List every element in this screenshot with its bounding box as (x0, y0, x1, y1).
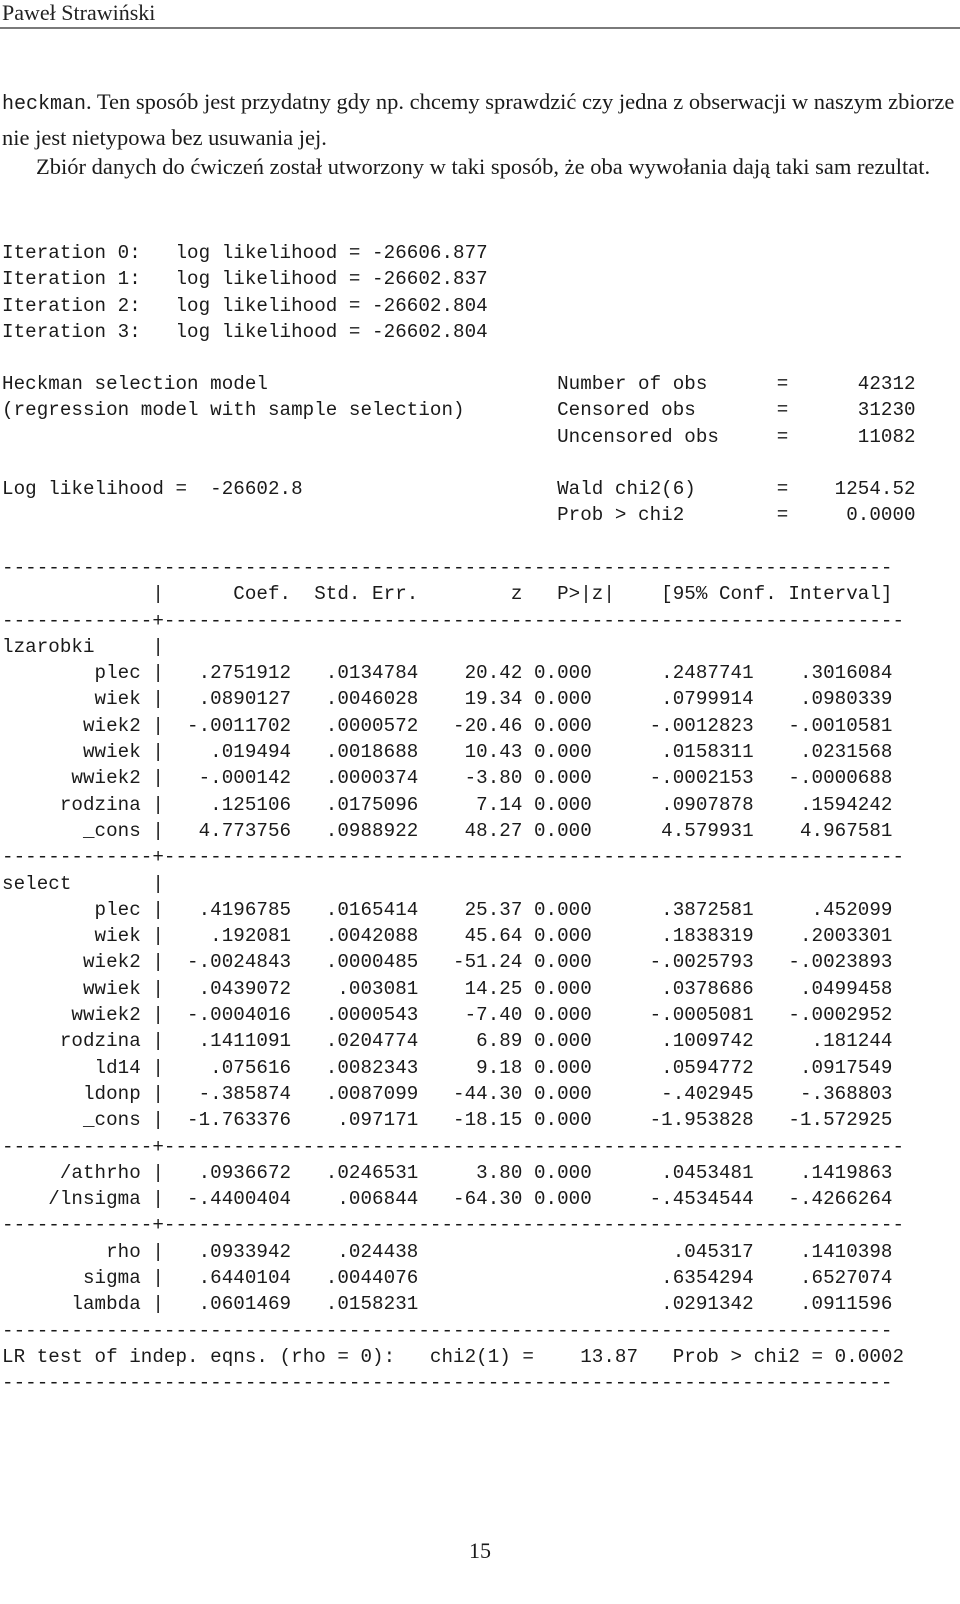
iteration-line: Iteration 3: log likelihood = -26602.804 (2, 320, 488, 343)
lr-test-line: LR test of indep. eqns. (rho = 0): chi2(… (2, 1345, 905, 1368)
table-row-lzarobki-cons: _cons | 4.773756 .0988922 48.27 0.000 4.… (2, 819, 893, 842)
iteration-line: Iteration 2: log likelihood = -26602.804 (2, 294, 488, 317)
regression-table: ----------------------------------------… (2, 555, 904, 1397)
iteration-log: Iteration 0: log likelihood = -26606.877… (2, 240, 488, 345)
table-row-select-plec: plec | .4196785 .0165414 25.37 0.000 .38… (2, 898, 893, 921)
table-row-select-wiek: wiek | .192081 .0042088 45.64 0.000 .183… (2, 925, 893, 948)
table-row-lzarobki-wiek2: wiek2 | -.0011702 .0000572 -20.46 0.000 … (2, 714, 893, 737)
inline-code-heckman: heckman (2, 93, 87, 116)
iteration-line: Iteration 0: log likelihood = -26606.877 (2, 242, 488, 264)
table-row-derived-rho: rho | .0933942 .024438 .045317 .1410398 (2, 1240, 893, 1263)
table-row-derived-sigma: sigma | .6440104 .0044076 .6354294 .6527… (2, 1267, 893, 1290)
table-bottom-rule: ----------------------------------------… (2, 1372, 893, 1395)
table-row-select-wwiek2: wwiek2 | -.0004016 .0000543 -7.40 0.000 … (2, 1004, 893, 1027)
table-separator-4: ----------------------------------------… (2, 1319, 893, 1342)
table-row-select-cons: _cons | -1.763376 .097171 -18.15 0.000 -… (2, 1109, 893, 1132)
paragraph-intro: heckman. Ten sposób jest przydatny gdy n… (2, 86, 958, 154)
header-stat-number-of-obs: Heckman selection model Number of obs = … (2, 373, 916, 395)
page-number: 15 (469, 1538, 491, 1563)
table-top-rule: ----------------------------------------… (2, 557, 893, 579)
iteration-line: Iteration 1: log likelihood = -26602.837 (2, 268, 488, 291)
header-stat-uncensored-obs: Uncensored obs = 11082 (2, 425, 916, 448)
table-separator-3: -------------+--------------------------… (2, 1214, 905, 1237)
table-row-aux-athrho: /athrho | .0936672 .0246531 3.80 0.000 .… (2, 1161, 893, 1184)
table-row-aux-lnsigma: /lnsigma | -.4400404 .006844 -64.30 0.00… (2, 1188, 893, 1211)
table-row-select-wiek2: wiek2 | -.0024843 .0000485 -51.24 0.000 … (2, 951, 893, 974)
model-header: Heckman selection model Number of obs = … (2, 371, 916, 529)
equation-label-select: select | (2, 872, 164, 895)
table-row-lzarobki-wiek: wiek | .0890127 .0046028 19.34 0.000 .07… (2, 688, 893, 711)
header-stat-wald-chi2-6: Log likelihood = -26602.8 Wald chi2(6) =… (2, 478, 916, 501)
table-separator-2: -------------+--------------------------… (2, 1135, 905, 1158)
table-separator-1: -------------+--------------------------… (2, 846, 905, 869)
table-row-lzarobki-rodzina: rodzina | .125106 .0175096 7.14 0.000 .0… (2, 793, 893, 816)
paragraph-intro-text: . Ten sposób jest przydatny gdy np. chce… (2, 89, 955, 150)
header-stat-prob-chi2: Prob > chi2 = 0.0000 (2, 504, 916, 527)
paragraph-dataset-note: Zbiór danych do ćwiczeń został utworzony… (36, 154, 931, 179)
table-row-derived-lambda: lambda | .0601469 .0158231 .0291342 .091… (2, 1293, 893, 1316)
header-stat-censored-obs: (regression model with sample selection)… (2, 399, 916, 422)
table-row-select-wwiek: wwiek | .0439072 .003081 14.25 0.000 .03… (2, 977, 893, 1000)
equation-label-lzarobki: lzarobki | (2, 635, 164, 658)
table-column-headers: | Coef. Std. Err. z P>|z| [95% Conf. Int… (2, 583, 893, 606)
header-blank (2, 450, 916, 476)
table-row-select-ldonp: ldonp | -.385874 .0087099 -44.30 0.000 -… (2, 1082, 893, 1105)
table-row-select-rodzina: rodzina | .1411091 .0204774 6.89 0.000 .… (2, 1030, 893, 1053)
table-row-lzarobki-wwiek: wwiek | .019494 .0018688 10.43 0.000 .01… (2, 741, 893, 764)
running-head-author: Paweł Strawiński (2, 0, 156, 25)
header-rule (0, 27, 960, 29)
table-header-separator: -------------+--------------------------… (2, 609, 905, 632)
table-row-lzarobki-wwiek2: wwiek2 | -.000142 .0000374 -3.80 0.000 -… (2, 767, 893, 790)
table-row-lzarobki-plec: plec | .2751912 .0134784 20.42 0.000 .24… (2, 662, 893, 685)
table-row-select-ld14: ld14 | .075616 .0082343 9.18 0.000 .0594… (2, 1056, 893, 1079)
